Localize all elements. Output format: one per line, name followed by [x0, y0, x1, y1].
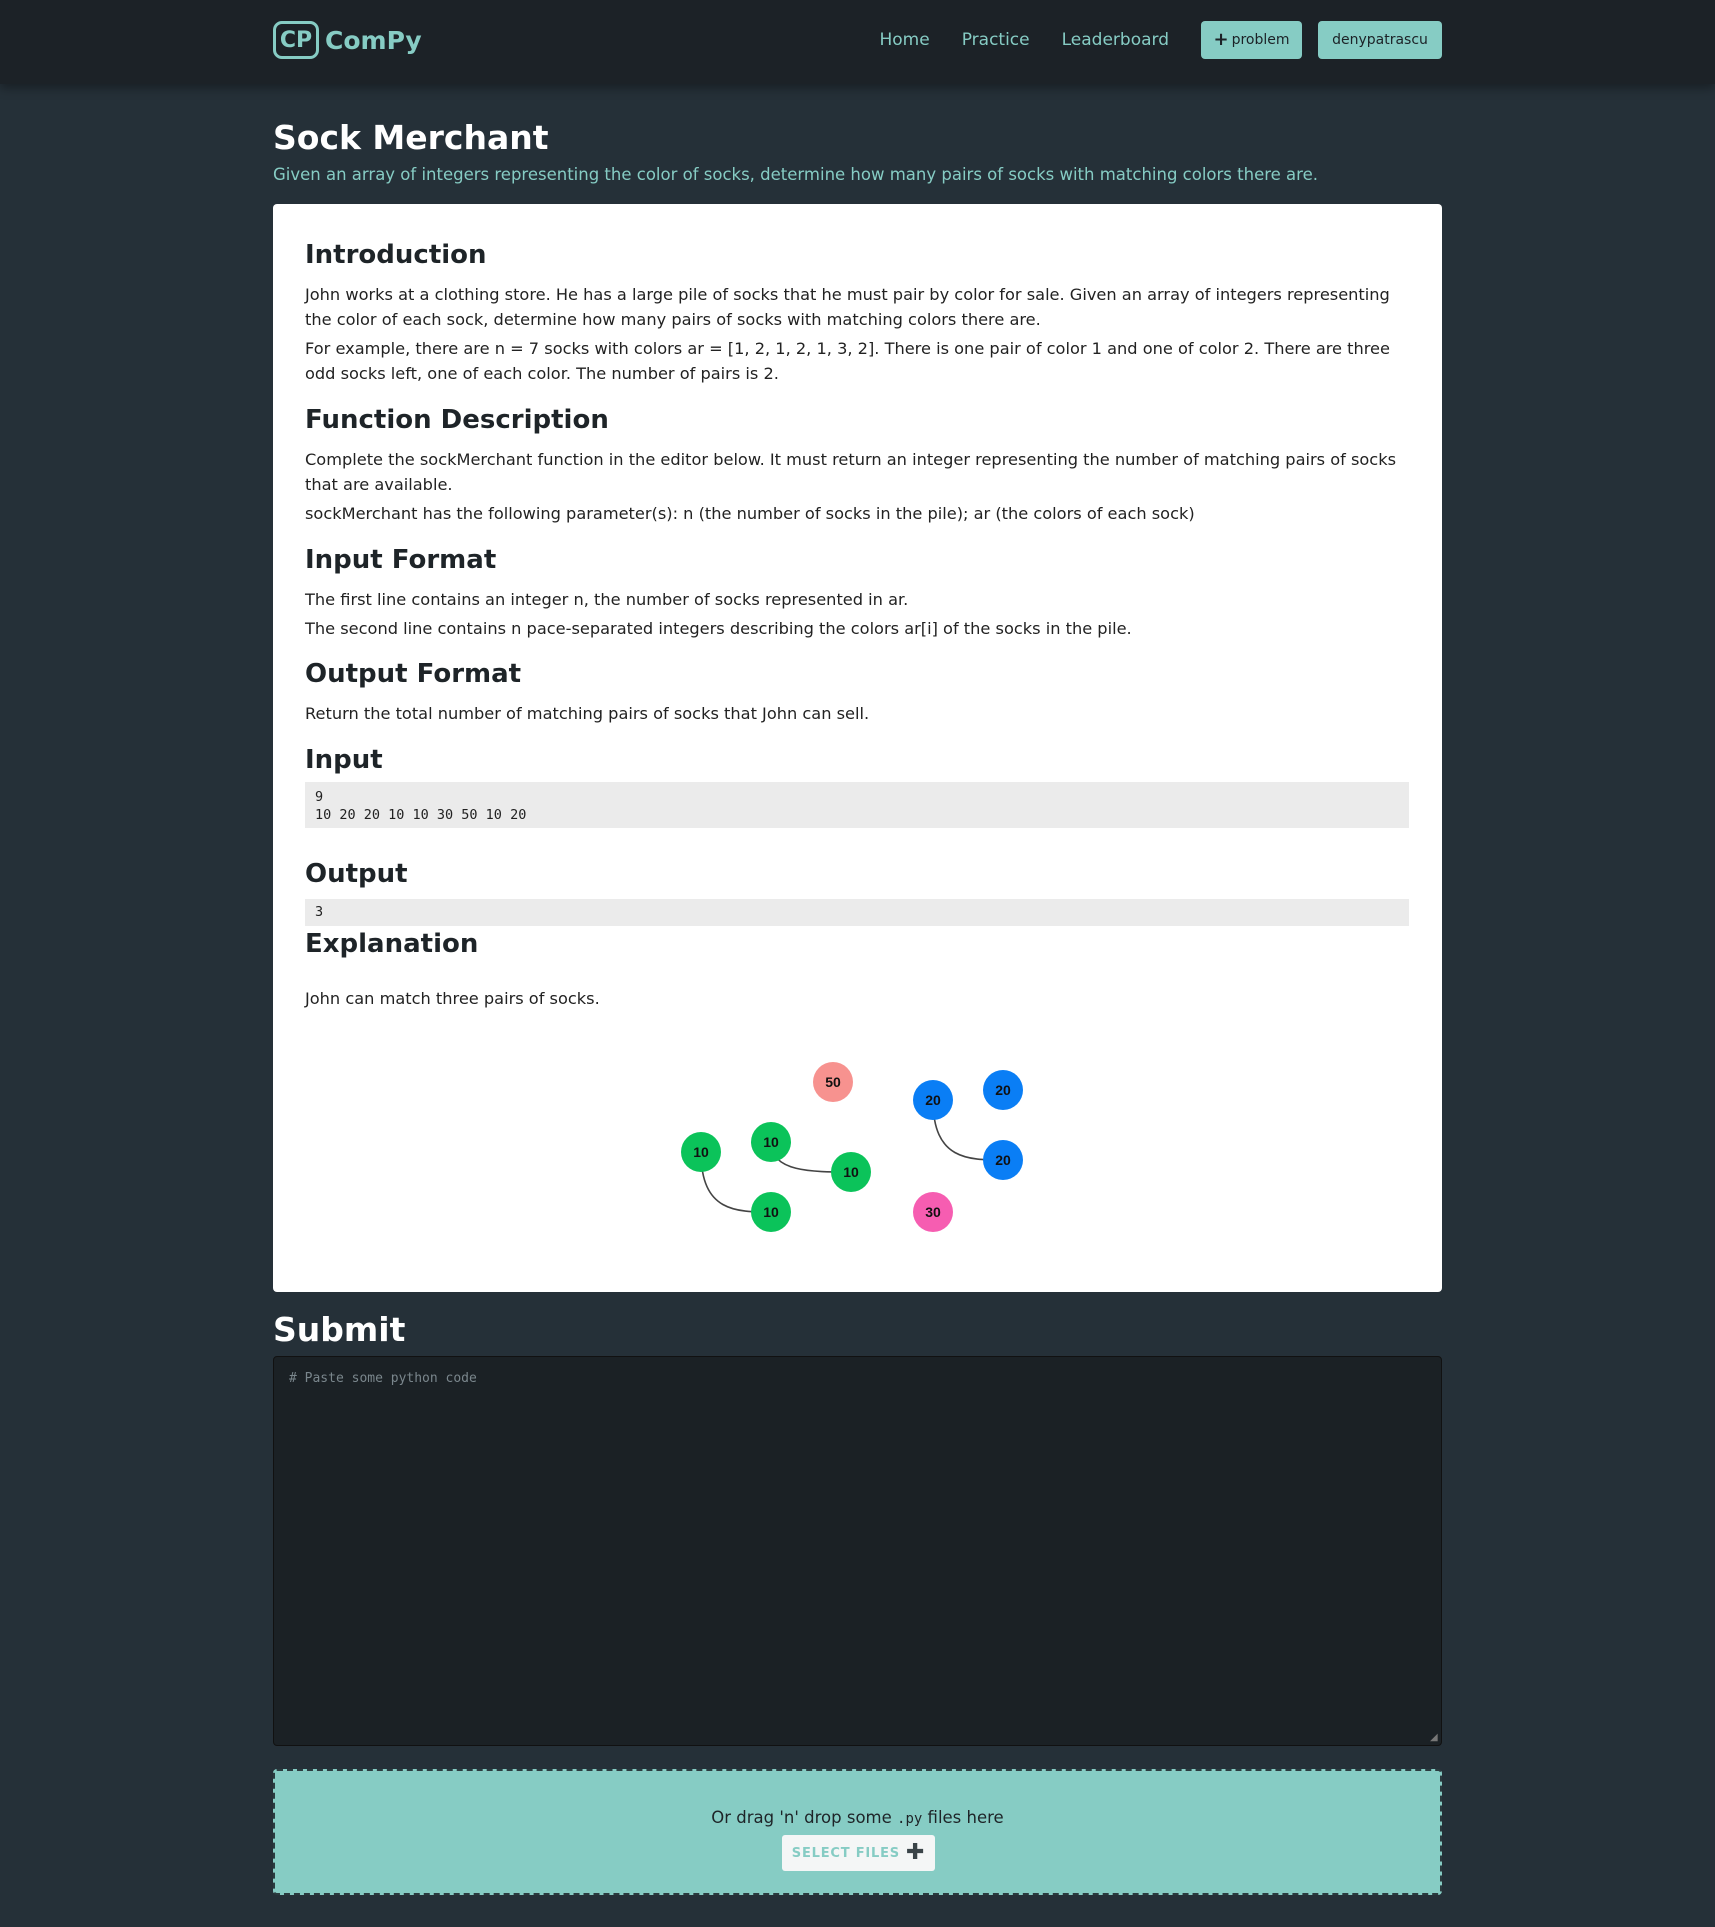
sample-output-block: 3 — [305, 899, 1409, 926]
sock-node: 30 — [913, 1192, 953, 1232]
file-dropzone[interactable]: Or drag 'n' drop some .py files here SEL… — [273, 1769, 1442, 1895]
function-description-text-1: Complete the sockMerchant function in th… — [305, 450, 1397, 494]
input-heading: Input — [305, 745, 383, 775]
output-heading: Output — [305, 859, 408, 889]
submit-heading: Submit — [273, 1310, 406, 1349]
sock-node-label: 10 — [843, 1164, 859, 1180]
code-editor[interactable] — [273, 1356, 1442, 1746]
input-format-text-2: The second line contains n pace-separate… — [305, 619, 1132, 638]
nav-link-home[interactable]: Home — [880, 30, 930, 50]
sock-node: 10 — [751, 1192, 791, 1232]
user-menu-button[interactable]: denypatrascu — [1318, 21, 1442, 59]
output-format-text: Return the total number of matching pair… — [305, 704, 870, 723]
introduction-heading: Introduction — [305, 240, 487, 270]
sock-node: 20 — [913, 1080, 953, 1120]
introduction-text-2: For example, there are n = 7 socks with … — [305, 339, 1390, 383]
sample-input-line-2: 10 20 20 10 10 30 50 10 20 — [315, 807, 527, 823]
sock-node-circle — [913, 1192, 953, 1232]
input-format-heading: Input Format — [305, 545, 497, 575]
nav-links: Home Practice Leaderboard + problem deny… — [848, 21, 1442, 59]
output-format-heading: Output Format — [305, 659, 522, 689]
sock-node: 10 — [751, 1122, 791, 1162]
sock-node-label: 20 — [995, 1152, 1011, 1168]
dropzone-text-before: Or drag 'n' drop some — [711, 1808, 898, 1827]
sock-node: 50 — [813, 1062, 853, 1102]
sock-node-circle — [681, 1132, 721, 1172]
sock-node-label: 30 — [925, 1204, 941, 1220]
input-format-text-1: The first line contains an integer n, th… — [305, 590, 909, 609]
sock-node-circle — [983, 1070, 1023, 1110]
sock-pair-link — [932, 1099, 1004, 1161]
problem-card: Introduction John works at a clothing st… — [273, 204, 1442, 1292]
introduction-text-1: John works at a clothing store. He has a… — [305, 285, 1390, 329]
sock-node-label: 50 — [825, 1074, 841, 1090]
sock-pair-link — [700, 1151, 772, 1213]
sock-node-circle — [831, 1152, 871, 1192]
sock-node-circle — [983, 1140, 1023, 1180]
select-files-button[interactable]: SELECT FILES ✚ — [782, 1835, 935, 1871]
sock-node-circle — [813, 1062, 853, 1102]
explanation-heading: Explanation — [305, 929, 479, 959]
dropzone-text: Or drag 'n' drop some .py files here — [275, 1808, 1440, 1827]
sock-node: 20 — [983, 1070, 1023, 1110]
sock-node-label: 10 — [693, 1144, 709, 1160]
brand-name: ComPy — [325, 25, 422, 55]
resize-handle-icon[interactable]: ◢ — [1430, 1733, 1440, 1743]
function-description-heading: Function Description — [305, 405, 609, 435]
nav-link-practice[interactable]: Practice — [962, 30, 1030, 50]
sock-node-label: 20 — [995, 1082, 1011, 1098]
sock-node-label: 10 — [763, 1134, 779, 1150]
sock-node: 10 — [681, 1132, 721, 1172]
dropzone-text-after: files here — [922, 1808, 1004, 1827]
sock-pair-link — [770, 1141, 852, 1173]
sample-input-line-1: 9 — [315, 789, 324, 805]
page-title: Sock Merchant — [273, 118, 549, 157]
navbar: CP ComPy Home Practice Leaderboard + pro… — [0, 0, 1715, 84]
sample-input-block: 9 10 20 20 10 10 30 50 10 20 — [305, 782, 1409, 828]
sock-node: 20 — [983, 1140, 1023, 1180]
sock-node-circle — [751, 1122, 791, 1162]
plus-icon: ✚ — [905, 1840, 926, 1865]
brand-logo: CP — [273, 21, 319, 59]
page-subtitle: Given an array of integers representing … — [273, 165, 1318, 184]
dropzone-extension: .py — [897, 1811, 923, 1827]
function-description-text-2: sockMerchant has the following parameter… — [305, 504, 1195, 523]
sock-node-circle — [913, 1080, 953, 1120]
sock-node-label: 10 — [763, 1204, 779, 1220]
sock-node: 10 — [831, 1152, 871, 1192]
add-problem-label: problem — [1231, 32, 1290, 48]
brand-home-link[interactable]: CP ComPy — [273, 21, 422, 59]
add-problem-button[interactable]: + problem — [1201, 21, 1302, 59]
explanation-text: John can match three pairs of socks. — [305, 989, 600, 1008]
sock-node-circle — [751, 1192, 791, 1232]
plus-icon: + — [1213, 29, 1229, 50]
sock-node-label: 20 — [925, 1092, 941, 1108]
nav-link-leaderboard[interactable]: Leaderboard — [1062, 30, 1169, 50]
select-files-label: SELECT FILES — [791, 1845, 900, 1861]
